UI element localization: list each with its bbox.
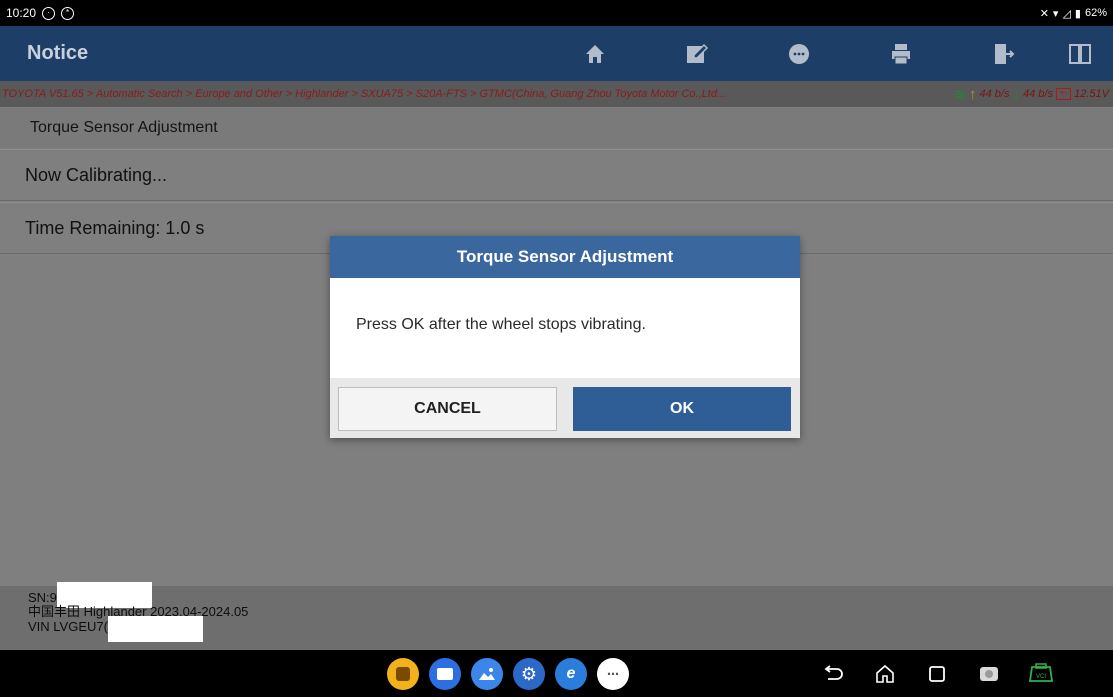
screenshot-button[interactable] bbox=[971, 658, 1007, 690]
vci-button[interactable]: VCI bbox=[1023, 658, 1059, 690]
home-button[interactable] bbox=[545, 26, 645, 81]
clock: 10:20 bbox=[6, 6, 37, 20]
vin-label: VIN LVGEU7( bbox=[28, 619, 108, 634]
recents-icon bbox=[929, 666, 945, 682]
torque-adjust-dialog: Torque Sensor Adjustment Press OK after … bbox=[330, 236, 800, 438]
navigation-bar: ⚙ e ⋯ VCI bbox=[0, 650, 1113, 697]
redaction-box bbox=[107, 616, 203, 642]
page-title: Notice bbox=[27, 42, 89, 64]
exit-button[interactable] bbox=[953, 26, 1053, 81]
back-icon bbox=[824, 665, 843, 680]
battery-voltage-icon: +- bbox=[1055, 88, 1072, 100]
screenshot-icon bbox=[980, 667, 998, 681]
voltage-reading: 12.51V bbox=[1074, 88, 1109, 100]
wifi-icon: ≋ bbox=[954, 85, 967, 102]
scanner-app-icon[interactable] bbox=[387, 658, 419, 690]
home-icon bbox=[586, 44, 604, 63]
message-icon: · bbox=[42, 6, 56, 20]
download-rate: 44 b/s bbox=[1022, 88, 1053, 100]
svg-text:VCI: VCI bbox=[1036, 674, 1046, 680]
upload-arrow-icon: ↑ bbox=[969, 85, 977, 103]
list-header: Torque Sensor Adjustment bbox=[0, 108, 1113, 148]
vci-icon: VCI bbox=[1028, 663, 1054, 682]
gallery-app-icon[interactable] bbox=[471, 658, 503, 690]
wifi-icon: ▾ bbox=[1052, 7, 1059, 20]
ok-button[interactable]: OK bbox=[573, 387, 791, 431]
signal-icon: ◿ bbox=[1062, 7, 1071, 20]
vin-row: VIN LVGEU7( bbox=[28, 616, 1113, 642]
download-arrow-icon: ↓ bbox=[1012, 85, 1020, 103]
connection-status: ≋ ↑ 44 b/s ↓ 44 b/s +- 12.51V bbox=[954, 86, 1113, 103]
mute-icon: ✕ bbox=[1039, 7, 1049, 20]
chat-button[interactable] bbox=[749, 26, 849, 81]
dialog-message: Press OK after the wheel stops vibrating… bbox=[330, 278, 800, 378]
battery-percent: 62% bbox=[1084, 7, 1107, 19]
all-apps-icon[interactable]: ⋯ bbox=[597, 658, 629, 690]
system-nav: VCI bbox=[815, 658, 1059, 690]
notification-icon: * bbox=[61, 6, 75, 20]
edit-button[interactable] bbox=[647, 26, 747, 81]
home-nav-button[interactable] bbox=[867, 658, 903, 690]
print-button[interactable] bbox=[851, 26, 951, 81]
breadcrumb-path: TOYOTA V51.65 > Automatic Search > Europ… bbox=[2, 88, 727, 100]
edit-icon bbox=[687, 43, 709, 63]
recents-button[interactable] bbox=[919, 658, 955, 690]
exit-icon bbox=[995, 43, 1015, 64]
split-view-icon bbox=[1069, 43, 1091, 64]
home-outline-icon bbox=[876, 664, 894, 683]
serial-number-label: SN:9 bbox=[28, 590, 57, 605]
breadcrumb: TOYOTA V51.65 > Automatic Search > Europ… bbox=[0, 81, 1113, 107]
vehicle-info: SN:9 中国丰田 Highlander 2023.04-2024.05 VIN… bbox=[0, 582, 1113, 650]
app-bar: Notice bbox=[0, 26, 1113, 81]
cancel-button[interactable]: CANCEL bbox=[338, 387, 557, 431]
gear-icon: ⚙ bbox=[520, 663, 538, 684]
files-app-icon[interactable] bbox=[429, 658, 461, 690]
browser-icon: e bbox=[566, 665, 576, 682]
settings-app-icon[interactable]: ⚙ bbox=[513, 658, 545, 690]
app-dock: ⚙ e ⋯ bbox=[387, 658, 629, 690]
back-button[interactable] bbox=[815, 658, 851, 690]
status-bar: 10:20 · * ✕ ▾ ◿ ▮ 62% bbox=[0, 0, 1113, 26]
upload-rate: 44 b/s bbox=[979, 88, 1010, 100]
browser-app-icon[interactable]: e bbox=[555, 658, 587, 690]
battery-icon: ▮ bbox=[1074, 7, 1081, 20]
dialog-title: Torque Sensor Adjustment bbox=[330, 236, 800, 278]
chat-icon bbox=[789, 43, 809, 64]
split-view-button[interactable] bbox=[1055, 26, 1105, 81]
dialog-actions: CANCEL OK bbox=[330, 378, 800, 438]
list-item: Now Calibrating... bbox=[0, 149, 1113, 201]
print-icon bbox=[892, 43, 910, 64]
